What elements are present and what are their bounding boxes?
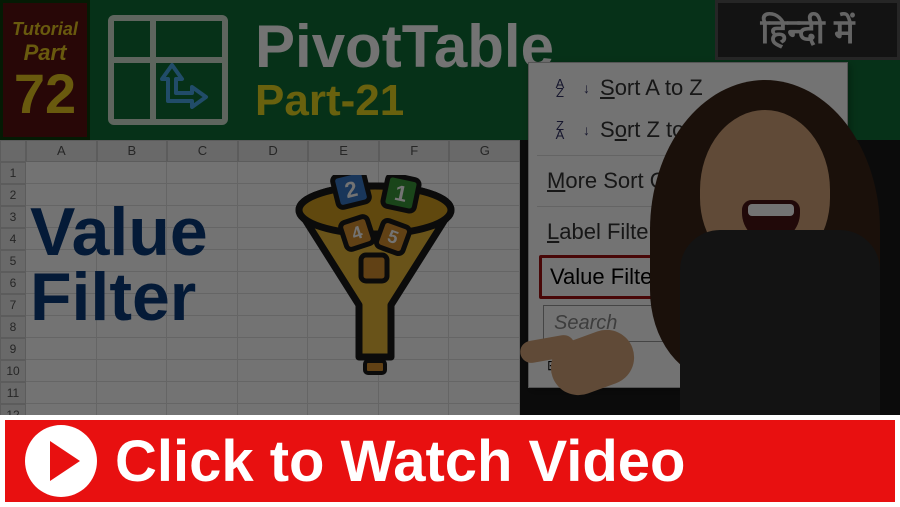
pivot-table-icon <box>108 15 228 125</box>
row-header: 4 <box>0 228 26 250</box>
watch-video-cta[interactable]: Click to Watch Video <box>0 415 900 507</box>
person-pointing-illustration <box>580 70 900 430</box>
column-header: A <box>26 140 97 162</box>
pivot-arrow-icon <box>160 61 210 109</box>
row-header: 8 <box>0 316 26 338</box>
cta-label: Click to Watch Video <box>115 428 685 495</box>
column-header: B <box>97 140 168 162</box>
funnel-icon: 2 1 4 5 <box>285 175 465 375</box>
sort-za-icon: ZA <box>547 119 573 141</box>
pivot-table-logo-box <box>90 0 245 140</box>
row-header: 6 <box>0 272 26 294</box>
play-icon <box>25 425 97 497</box>
row-header: 3 <box>0 206 26 228</box>
hindi-language-badge: हिन्दी में <box>715 0 900 60</box>
row-header: 2 <box>0 184 26 206</box>
row-header: 1 <box>0 162 26 184</box>
sort-az-icon: AZ <box>547 77 573 99</box>
tutorial-label: Tutorial <box>12 19 78 40</box>
column-header: C <box>167 140 238 162</box>
column-header: D <box>238 140 309 162</box>
feature-title: Value Filter <box>30 200 208 329</box>
tutorial-part-badge: Tutorial Part 72 <box>0 0 90 140</box>
feature-line2: Filter <box>30 265 208 330</box>
column-header: F <box>379 140 450 162</box>
row-header: 9 <box>0 338 26 360</box>
part-number: 72 <box>14 66 76 122</box>
row-header: 7 <box>0 294 26 316</box>
row-header: 11 <box>0 382 26 404</box>
feature-line1: Value <box>30 200 208 265</box>
row-header: 10 <box>0 360 26 382</box>
column-header: G <box>449 140 520 162</box>
row-header: 5 <box>0 250 26 272</box>
column-header: E <box>308 140 379 162</box>
column-headers: ABCDEFG <box>26 140 520 162</box>
sheet-corner <box>0 140 26 162</box>
